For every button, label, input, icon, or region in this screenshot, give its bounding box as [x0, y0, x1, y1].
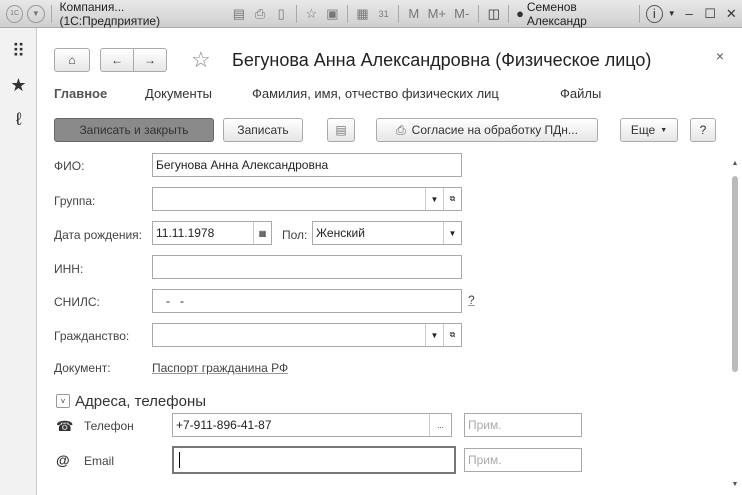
dropdown-icon[interactable]: ▼ — [425, 324, 443, 346]
snils-input[interactable]: - - — [152, 289, 462, 313]
birth-date-input[interactable]: 11.11.1978 ▦ — [152, 221, 272, 245]
tab-main[interactable]: Главное — [54, 86, 107, 101]
citizenship-label: Гражданство: — [54, 329, 130, 343]
phone-note-input[interactable]: Прим. — [464, 413, 582, 437]
consent-label: Согласие на обработку ПДн... — [411, 123, 578, 137]
favorites-star-icon[interactable]: ★ — [0, 68, 37, 102]
bookmark-icon[interactable]: ▣ — [324, 5, 341, 23]
divider — [478, 4, 480, 23]
email-input[interactable] — [172, 446, 456, 474]
divider — [638, 4, 640, 23]
info-icon[interactable]: i — [645, 4, 663, 23]
phone-input[interactable]: +7-911-896-41-87 ... — [172, 413, 452, 437]
tab-documents[interactable]: Документы — [145, 86, 212, 101]
preview-icon[interactable]: ▯ — [273, 5, 290, 23]
snils-help-link[interactable]: ? — [468, 293, 475, 307]
calculator-icon[interactable]: ▦ — [354, 5, 371, 23]
scroll-thumb[interactable] — [732, 176, 738, 372]
birth-label: Дата рождения: — [54, 228, 142, 242]
forward-button[interactable]: → — [133, 48, 167, 72]
minimize-icon[interactable]: – — [681, 5, 698, 23]
more-button[interactable]: Еще ▼ — [620, 118, 678, 142]
left-panel: ⠿ ★ ℓ — [0, 28, 37, 495]
home-button[interactable]: ⌂ — [54, 48, 90, 72]
save-button[interactable]: Записать — [223, 118, 303, 142]
favorite-star-icon[interactable]: ☆ — [191, 47, 211, 73]
calendar-icon[interactable]: ▦ — [253, 222, 271, 244]
sections-menu-icon[interactable]: ⠿ — [0, 34, 37, 68]
print-icon: ⎙ — [396, 122, 406, 137]
consent-button[interactable]: ⎙ Согласие на обработку ПДн... — [376, 118, 598, 142]
tab-files[interactable]: Файлы — [560, 86, 601, 101]
phone-label: Телефон — [84, 419, 134, 433]
window-title: Компания... (1С:Предприятие) — [59, 0, 161, 28]
save-and-close-button[interactable]: Записать и закрыть — [54, 118, 214, 142]
dropdown-icon[interactable]: ▼ — [425, 188, 443, 210]
memory-minus-button[interactable]: M- — [451, 5, 472, 23]
memory-plus-button[interactable]: M+ — [426, 5, 447, 23]
divider — [508, 4, 510, 23]
back-button[interactable]: ← — [100, 48, 134, 72]
menu-dropdown-icon[interactable]: ▼ — [27, 4, 45, 23]
save-icon[interactable]: ▤ — [230, 5, 247, 23]
calendar-icon[interactable]: 31 — [375, 5, 392, 23]
group-input[interactable]: ▼ ⧉ — [152, 187, 462, 211]
email-label: Email — [84, 454, 115, 468]
close-form-icon[interactable]: × — [716, 48, 724, 64]
sex-select[interactable]: Женский ▼ — [312, 221, 462, 245]
document-link[interactable]: Паспорт гражданина РФ — [152, 361, 288, 375]
user-icon: ● — [516, 6, 524, 21]
print-icon[interactable]: ⎙ — [251, 5, 268, 23]
fio-label: ФИО: — [54, 159, 85, 173]
open-icon[interactable]: ⧉ — [443, 324, 461, 346]
section-toggle-icon[interactable]: ˅ — [56, 394, 70, 408]
text-cursor — [179, 452, 180, 468]
chevron-down-icon: ▼ — [660, 126, 668, 134]
group-label: Группа: — [54, 194, 96, 208]
divider — [295, 4, 297, 23]
app-logo-icon[interactable]: 1C — [6, 4, 24, 23]
page-title: Бегунова Анна Александровна (Физическое … — [232, 50, 652, 70]
window-titlebar: 1C ▼ Компания... (1С:Предприятие) ▤ ⎙ ▯ … — [0, 0, 742, 28]
help-button[interactable]: ? — [690, 118, 716, 142]
sex-label: Пол: — [282, 228, 308, 242]
report-icon[interactable]: ▤ — [327, 118, 355, 142]
citizenship-input[interactable]: ▼ ⧉ — [152, 323, 462, 347]
inn-input[interactable] — [152, 255, 462, 279]
scroll-down-icon[interactable]: ▼ — [730, 481, 740, 488]
maximize-icon[interactable]: ☐ — [702, 5, 719, 23]
chevron-down-icon[interactable]: ▼ — [667, 5, 677, 23]
tab-names[interactable]: Фамилия, имя, отчество физических лиц — [252, 86, 499, 101]
divider — [398, 4, 400, 23]
form-area: ⌂ ← → ☆ Бегунова Анна Александровна (Физ… — [38, 28, 742, 495]
close-window-icon[interactable]: ✕ — [723, 5, 740, 23]
snils-label: СНИЛС: — [54, 295, 100, 309]
email-note-input[interactable]: Прим. — [464, 448, 582, 472]
scrollbar[interactable]: ▲ ▼ — [730, 160, 740, 488]
memory-button[interactable]: M — [405, 5, 422, 23]
section-title[interactable]: Адреса, телефоны — [75, 393, 206, 410]
email-icon: @ — [56, 452, 70, 468]
history-icon[interactable]: ℓ — [0, 102, 37, 136]
panels-icon[interactable]: ◫ — [485, 5, 502, 23]
phone-icon: ☎ — [56, 418, 74, 434]
user-name[interactable]: Семенов Александр — [527, 0, 635, 28]
document-label: Документ: — [54, 361, 111, 375]
scroll-up-icon[interactable]: ▲ — [730, 160, 740, 167]
phone-edit-button[interactable]: ... — [429, 414, 451, 436]
divider — [347, 4, 348, 23]
open-icon[interactable]: ⧉ — [443, 188, 461, 210]
inn-label: ИНН: — [54, 262, 84, 276]
divider — [50, 4, 52, 23]
favorites-icon[interactable]: ☆ — [303, 5, 320, 23]
more-label: Еще — [630, 123, 656, 137]
fio-input[interactable]: Бегунова Анна Александровна — [152, 153, 462, 177]
dropdown-icon[interactable]: ▼ — [443, 222, 461, 244]
